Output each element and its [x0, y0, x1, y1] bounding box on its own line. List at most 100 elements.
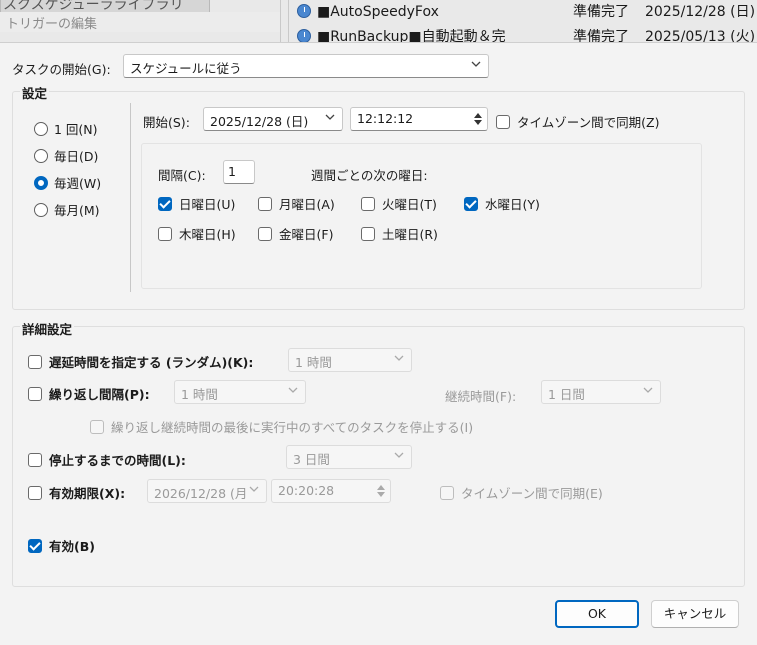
- expire-checkbox[interactable]: 有効期限(X):: [28, 483, 125, 502]
- task-name: ■RunBackup■自動起動＆完: [317, 29, 506, 42]
- checkbox-checked-icon: [158, 196, 172, 211]
- checkbox-thursday[interactable]: 木曜日(H): [158, 224, 236, 243]
- chevron-down-icon: [248, 483, 260, 495]
- spinner-icon[interactable]: [473, 112, 483, 126]
- checkbox-sunday[interactable]: 日曜日(U): [158, 194, 235, 213]
- repeat-label: 繰り返し間隔(P):: [49, 387, 150, 402]
- radio-icon: [34, 121, 48, 136]
- stop-after-combo[interactable]: 3 日間: [286, 445, 412, 469]
- checkbox-icon: [496, 114, 510, 129]
- background-divider: [280, 0, 281, 42]
- chevron-down-icon: [324, 111, 336, 123]
- stop-after-value: 3 日間: [293, 452, 330, 467]
- checkbox-monday[interactable]: 月曜日(A): [258, 194, 335, 213]
- checkbox-wednesday[interactable]: 水曜日(Y): [464, 194, 540, 213]
- repeat-value: 1 時間: [181, 387, 218, 402]
- task-start-label: タスクの開始(G):: [12, 62, 111, 77]
- checkbox-icon: [90, 419, 104, 434]
- task-start-combo[interactable]: スケジュールに従う: [123, 54, 489, 78]
- repeat-checkbox[interactable]: 繰り返し間隔(P):: [28, 384, 150, 403]
- saturday-label: 土曜日(R): [382, 227, 438, 242]
- delay-label: 遅延時間を指定する (ランダム)(K):: [49, 355, 254, 370]
- checkbox-icon: [28, 354, 42, 369]
- checkbox-icon: [28, 485, 42, 500]
- checkbox-friday[interactable]: 金曜日(F): [258, 224, 333, 243]
- tuesday-label: 火曜日(T): [382, 197, 437, 212]
- radio-icon: [34, 202, 48, 217]
- expire-time-input[interactable]: 20:20:28: [271, 479, 391, 503]
- checkbox-icon: [258, 196, 272, 211]
- duration-label: 継続時間(F):: [445, 389, 517, 404]
- checkbox-tuesday[interactable]: 火曜日(T): [361, 194, 437, 213]
- background-task-scheduler-window: スクスケジューラライブラリ トリガーの編集 ■AutoSpeedyFox 準備完了…: [0, 0, 757, 42]
- radio-daily-label: 毎日(D): [54, 149, 99, 164]
- radio-once-label: 1 回(N): [54, 122, 98, 137]
- task-next-run: 2025/12/28 (日) ﾒ: [645, 4, 757, 20]
- expire-time-value: 20:20:28: [278, 483, 335, 498]
- chevron-down-icon: [393, 449, 405, 461]
- start-date-value: 2025/12/28 (日): [210, 114, 309, 129]
- radio-monthly-label: 毎月(M): [54, 203, 100, 218]
- delay-value: 1 時間: [295, 355, 332, 370]
- checkbox-icon: [28, 386, 42, 401]
- checkbox-icon: [361, 196, 375, 211]
- stop-after-checkbox[interactable]: 停止するまでの時間(L):: [28, 450, 186, 469]
- monday-label: 月曜日(A): [279, 197, 335, 212]
- task-status: 準備完了: [573, 4, 629, 20]
- checkbox-icon: [28, 452, 42, 467]
- sunday-label: 日曜日(U): [179, 197, 236, 212]
- start-time-input[interactable]: 12:12:12: [350, 107, 488, 131]
- checkbox-icon: [440, 485, 454, 500]
- delay-combo[interactable]: 1 時間: [288, 348, 412, 372]
- task-next-run: 2025/05/13 (火) ﾒ: [645, 29, 757, 42]
- radio-monthly[interactable]: 毎月(M): [34, 200, 100, 219]
- expire-sync-label: タイムゾーン間で同期(E): [461, 486, 603, 501]
- friday-label: 金曜日(F): [279, 227, 334, 242]
- chevron-down-icon: [642, 384, 654, 396]
- radio-once[interactable]: 1 回(N): [34, 119, 98, 138]
- interval-value: 1: [228, 164, 236, 179]
- interval-input[interactable]: 1: [223, 160, 255, 184]
- radio-selected-icon: [34, 175, 48, 190]
- radio-daily[interactable]: 毎日(D): [34, 146, 98, 165]
- ok-button[interactable]: OK: [555, 600, 639, 628]
- expire-date-picker[interactable]: 2026/12/28 (月: [147, 479, 267, 503]
- repeat-combo[interactable]: 1 時間: [174, 380, 306, 404]
- checkbox-icon: [158, 226, 172, 241]
- sync-timezone-label: タイムゾーン間で同期(Z): [517, 115, 660, 130]
- edit-trigger-dialog: タスクの開始(G): スケジュールに従う 設定 1 回(N) 毎日(D) 毎週(…: [0, 42, 757, 645]
- start-time-value: 12:12:12: [357, 111, 414, 126]
- chevron-down-icon: [287, 384, 299, 396]
- duration-value: 1 日間: [548, 387, 585, 402]
- start-date-picker[interactable]: 2025/12/28 (日): [203, 107, 343, 131]
- duration-combo[interactable]: 1 日間: [541, 380, 661, 404]
- sync-timezone-checkbox[interactable]: タイムゾーン間で同期(Z): [496, 112, 659, 131]
- enabled-checkbox[interactable]: 有効(B): [28, 536, 95, 555]
- delay-checkbox[interactable]: 遅延時間を指定する (ランダム)(K):: [28, 352, 253, 371]
- cancel-button[interactable]: キャンセル: [651, 600, 739, 628]
- weekday-caption: 週間ごとの次の曜日:: [311, 168, 428, 183]
- checkbox-saturday[interactable]: 土曜日(R): [361, 224, 438, 243]
- task-status: 準備完了: [573, 29, 629, 42]
- wednesday-label: 水曜日(Y): [485, 197, 540, 212]
- background-task-row: ■AutoSpeedyFox 準備完了 2025/12/28 (日) ﾒ: [297, 1, 757, 25]
- chevron-down-icon: [470, 58, 482, 70]
- spinner-icon[interactable]: [376, 484, 386, 498]
- radio-weekly[interactable]: 毎週(W): [34, 173, 101, 192]
- settings-group-title: 設定: [20, 83, 50, 102]
- checkbox-icon: [361, 226, 375, 241]
- checkbox-checked-icon: [28, 538, 42, 553]
- stop-all-at-end-checkbox[interactable]: 繰り返し継続時間の最後に実行中のすべてのタスクを停止する(I): [90, 417, 473, 436]
- chevron-down-icon: [393, 352, 405, 364]
- clock-icon: [297, 4, 311, 18]
- background-window-subtitle: トリガーの編集: [0, 12, 280, 32]
- settings-divider: [130, 103, 131, 292]
- interval-label: 間隔(C):: [158, 168, 206, 183]
- thursday-label: 木曜日(H): [179, 227, 236, 242]
- stop-after-label: 停止するまでの時間(L):: [49, 453, 186, 468]
- advanced-settings-title: 詳細設定: [20, 319, 75, 338]
- expire-date-value: 2026/12/28 (月: [154, 486, 248, 501]
- expire-sync-timezone-checkbox[interactable]: タイムゾーン間で同期(E): [440, 483, 603, 502]
- start-label: 開始(S):: [143, 115, 190, 130]
- stop-all-label: 繰り返し継続時間の最後に実行中のすべてのタスクを停止する(I): [111, 420, 474, 435]
